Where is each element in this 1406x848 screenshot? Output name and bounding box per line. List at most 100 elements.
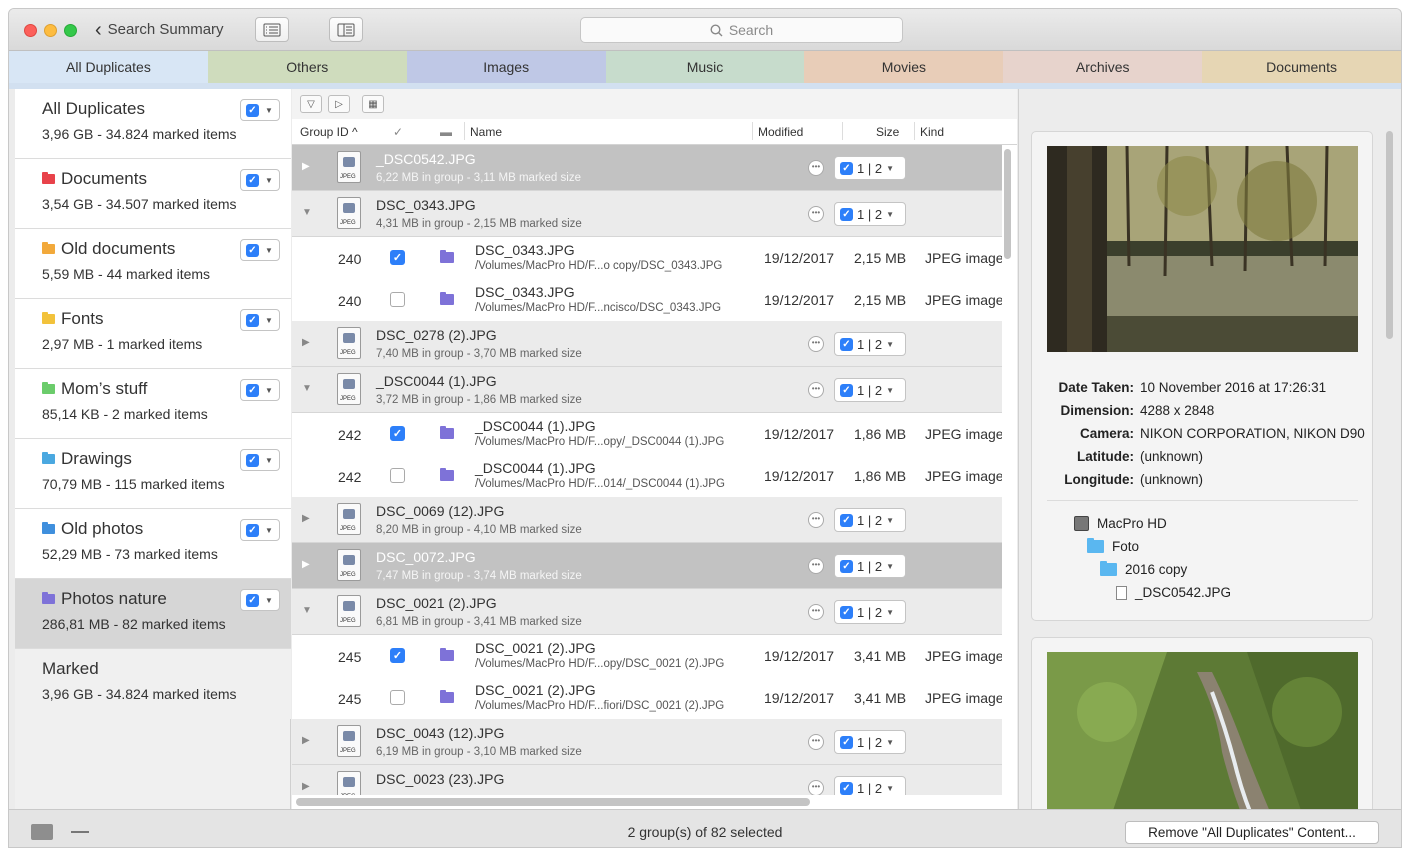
- disclosure-down-icon[interactable]: ▼: [302, 207, 312, 218]
- col-group-id[interactable]: Group ID ^: [300, 125, 358, 139]
- mark-checkbox-dropdown[interactable]: ✓ ▼: [240, 309, 280, 331]
- more-icon[interactable]: •••: [808, 382, 824, 398]
- preview-scrollbar[interactable]: [1386, 131, 1393, 339]
- file-mark-checkbox[interactable]: [390, 690, 405, 705]
- group-row[interactable]: ▶ DSC_0278 (2).JPG 7,40 MB in group - 3,70…: [292, 321, 1002, 367]
- path-folder-2016[interactable]: 2016 copy: [1100, 561, 1187, 577]
- file-path: /Volumes/MacPro HD/F...o copy/DSC_0343.J…: [475, 260, 723, 272]
- more-icon[interactable]: •••: [808, 160, 824, 176]
- more-icon[interactable]: •••: [808, 206, 824, 222]
- group-mark-dropdown[interactable]: ✓ 1 | 2 ▼: [834, 378, 906, 402]
- mark-checkbox-dropdown[interactable]: ✓ ▼: [240, 379, 280, 401]
- file-mark-checkbox[interactable]: [390, 292, 405, 307]
- mark-checkbox-dropdown[interactable]: ✓ ▼: [240, 169, 280, 191]
- path-folder-foto[interactable]: Foto: [1087, 538, 1139, 554]
- mark-checkbox-dropdown[interactable]: ✓ ▼: [240, 519, 280, 541]
- grid-view-button[interactable]: ▦: [362, 95, 384, 113]
- sidebar-item[interactable]: Documents 3,54 GB - 34.507 marked items ✓ ▼: [15, 159, 291, 229]
- group-row[interactable]: ▼ _DSC0044 (1).JPG 3,72 MB in group - 1,86…: [292, 367, 1002, 413]
- sidebar-item[interactable]: Old photos 52,29 MB - 73 marked items ✓ ▼: [15, 509, 291, 579]
- group-summary: 6,22 MB in group - 3,11 MB marked size: [376, 172, 581, 184]
- tab-music[interactable]: Music: [605, 51, 805, 83]
- tab-archives[interactable]: Archives: [1003, 51, 1203, 83]
- search-field[interactable]: Search: [580, 17, 903, 43]
- sidebar-item[interactable]: Mom’s stuff 85,14 KB - 2 marked items ✓ ▼: [15, 369, 291, 439]
- group-mark-dropdown[interactable]: ✓ 1 | 2 ▼: [834, 554, 906, 578]
- collapse-all-button[interactable]: ▷: [328, 95, 350, 113]
- group-mark-dropdown[interactable]: ✓ 1 | 2 ▼: [834, 332, 906, 356]
- disclosure-right-icon[interactable]: ▶: [302, 781, 310, 792]
- group-mark-dropdown[interactable]: ✓ 1 | 2 ▼: [834, 600, 906, 624]
- file-row[interactable]: 242 ✓ _DSC0044 (1).JPG/Volumes/MacPro HD/F…: [292, 413, 1002, 455]
- file-mark-checkbox[interactable]: ✓: [390, 426, 405, 441]
- group-row[interactable]: ▶ DSC_0043 (12).JPG 6,19 MB in group - 3,1…: [292, 719, 1002, 765]
- disclosure-down-icon[interactable]: ▼: [302, 383, 312, 394]
- sidebar-item[interactable]: All Duplicates 3,96 GB - 34.824 marked it…: [15, 89, 291, 159]
- results-horizontal-scrollbar[interactable]: [296, 798, 810, 806]
- more-icon[interactable]: •••: [808, 734, 824, 750]
- group-row[interactable]: ▶ DSC_0072.JPG 7,47 MB in group - 3,74 MB …: [292, 543, 1002, 589]
- sidebar-item[interactable]: Fonts 2,97 MB - 1 marked items ✓ ▼: [15, 299, 291, 369]
- group-row[interactable]: ▶ _DSC0542.JPG 6,22 MB in group - 3,11 MB …: [292, 145, 1002, 191]
- back-button[interactable]: ‹ Search Summary: [95, 20, 224, 40]
- more-icon[interactable]: •••: [808, 780, 824, 795]
- col-size[interactable]: Size: [876, 125, 899, 139]
- disclosure-right-icon[interactable]: ▶: [302, 559, 310, 570]
- col-check-icon[interactable]: ✓: [393, 125, 403, 139]
- minimize-button[interactable]: [44, 24, 57, 37]
- mark-checkbox-dropdown[interactable]: ✓ ▼: [240, 449, 280, 471]
- more-icon[interactable]: •••: [808, 336, 824, 352]
- sidebar-item-label: Old photos: [61, 519, 144, 538]
- zoom-button[interactable]: [64, 24, 77, 37]
- group-mark-dropdown[interactable]: ✓ 1 | 2 ▼: [834, 776, 906, 795]
- path-volume[interactable]: MacPro HD: [1074, 516, 1167, 531]
- col-folder-icon[interactable]: ▬: [440, 125, 452, 139]
- group-row[interactable]: ▼ DSC_0343.JPG 4,31 MB in group - 2,15 MB …: [292, 191, 1002, 237]
- file-mark-checkbox[interactable]: ✓: [390, 648, 405, 663]
- mark-checkbox-dropdown[interactable]: ✓ ▼: [240, 99, 280, 121]
- tab-documents[interactable]: Documents: [1202, 51, 1401, 83]
- group-mark-dropdown[interactable]: ✓ 1 | 2 ▼: [834, 730, 906, 754]
- list-view-button[interactable]: [255, 17, 289, 42]
- disclosure-down-icon[interactable]: ▼: [302, 605, 312, 616]
- results-vertical-scrollbar[interactable]: [1004, 149, 1011, 259]
- expand-all-button[interactable]: ▽: [300, 95, 322, 113]
- preview-panel-button[interactable]: [329, 17, 363, 42]
- more-icon[interactable]: •••: [808, 512, 824, 528]
- file-mark-checkbox[interactable]: [390, 468, 405, 483]
- tab-movies[interactable]: Movies: [804, 51, 1004, 83]
- col-kind[interactable]: Kind: [920, 125, 944, 139]
- mark-checkbox-dropdown[interactable]: ✓ ▼: [240, 589, 280, 611]
- group-row[interactable]: ▶ DSC_0069 (12).JPG 8,20 MB in group - 4,1…: [292, 497, 1002, 543]
- group-row[interactable]: ▶ DSC_0023 (23).JPG ••• ✓ 1 | 2▼: [292, 765, 1002, 795]
- file-row[interactable]: 245 ✓ DSC_0021 (2).JPG/Volumes/MacPro HD/F…: [292, 635, 1002, 677]
- file-row[interactable]: 242 _DSC0044 (1).JPG/Volumes/MacPro HD/F.…: [292, 455, 1002, 497]
- tab-others[interactable]: Others: [207, 51, 407, 83]
- sidebar-item[interactable]: Drawings 70,79 MB - 115 marked items ✓ ▼: [15, 439, 291, 509]
- disclosure-right-icon[interactable]: ▶: [302, 735, 310, 746]
- file-row[interactable]: 240 ✓ DSC_0343.JPG/Volumes/MacPro HD/F...o…: [292, 237, 1002, 279]
- path-file[interactable]: _DSC0542.JPG: [1116, 585, 1231, 600]
- group-row[interactable]: ▼ DSC_0021 (2).JPG 6,81 MB in group - 3,41…: [292, 589, 1002, 635]
- group-mark-dropdown[interactable]: ✓ 1 | 2 ▼: [834, 202, 906, 226]
- remove-content-button[interactable]: Remove "All Duplicates" Content...: [1125, 821, 1379, 844]
- sidebar-item[interactable]: Old documents 5,59 MB - 44 marked items ✓ ▼: [15, 229, 291, 299]
- file-mark-checkbox[interactable]: ✓: [390, 250, 405, 265]
- group-mark-dropdown[interactable]: ✓ 1 | 2 ▼: [834, 156, 906, 180]
- disclosure-right-icon[interactable]: ▶: [302, 161, 310, 172]
- file-row[interactable]: 240 DSC_0343.JPG/Volumes/MacPro HD/F...nc…: [292, 279, 1002, 321]
- close-button[interactable]: [24, 24, 37, 37]
- more-icon[interactable]: •••: [808, 604, 824, 620]
- sidebar-item[interactable]: Photos nature 286,81 MB - 82 marked items…: [15, 579, 291, 649]
- col-name[interactable]: Name: [470, 125, 502, 139]
- disclosure-right-icon[interactable]: ▶: [302, 513, 310, 524]
- tab-images[interactable]: Images: [406, 51, 606, 83]
- tab-all-duplicates[interactable]: All Duplicates: [9, 51, 208, 83]
- disclosure-right-icon[interactable]: ▶: [302, 337, 310, 348]
- more-icon[interactable]: •••: [808, 558, 824, 574]
- file-row[interactable]: 245 DSC_0021 (2).JPG/Volumes/MacPro HD/F.…: [292, 677, 1002, 719]
- col-modified[interactable]: Modified: [758, 125, 803, 139]
- mark-checkbox-dropdown[interactable]: ✓ ▼: [240, 239, 280, 261]
- sidebar-item[interactable]: Marked 3,96 GB - 34.824 marked items: [15, 649, 291, 719]
- group-mark-dropdown[interactable]: ✓ 1 | 2 ▼: [834, 508, 906, 532]
